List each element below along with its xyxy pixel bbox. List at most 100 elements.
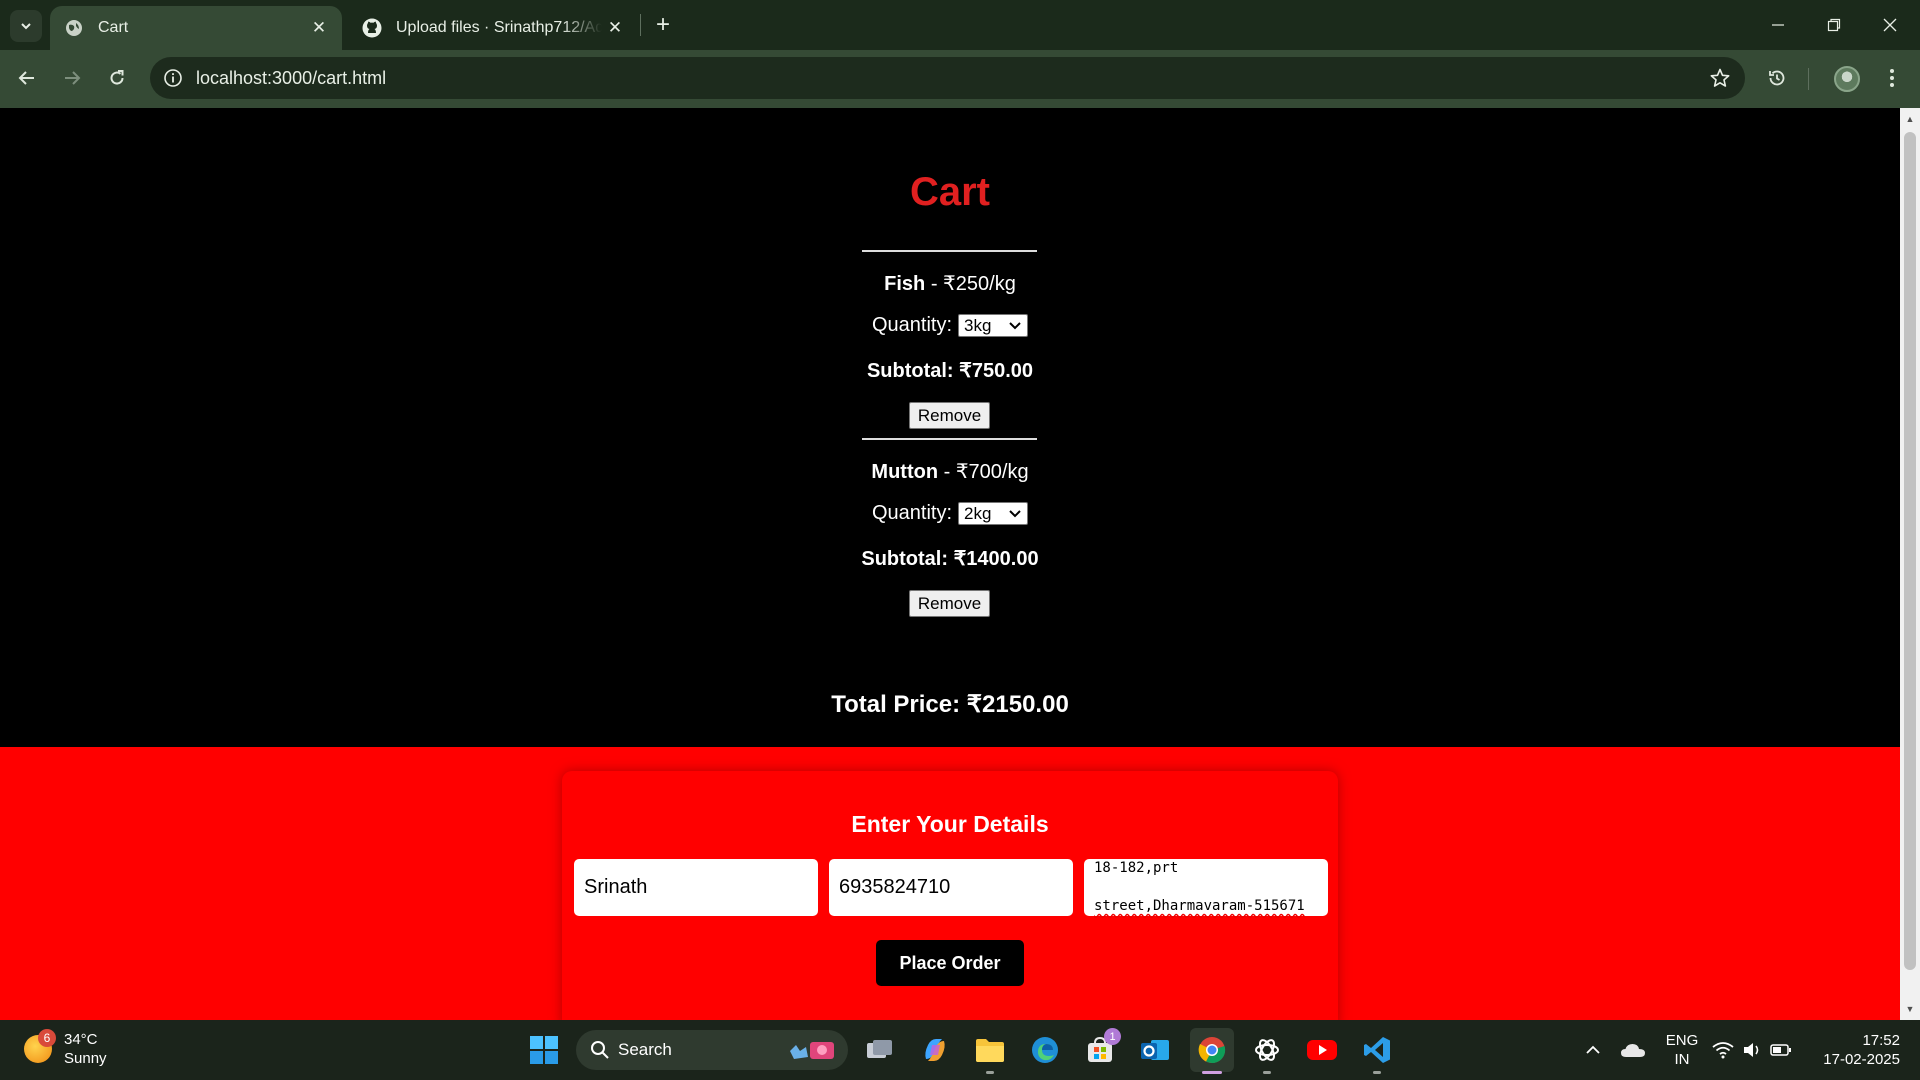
url-text: localhost:3000/cart.html <box>196 68 387 88</box>
item-name: Fish <box>884 273 926 295</box>
weather-widget[interactable]: 6 34°C Sunny <box>24 1029 107 1068</box>
chrome-icon <box>1198 1037 1226 1064</box>
search-icon <box>591 1041 609 1059</box>
show-hidden-icons-button[interactable] <box>1573 1030 1613 1070</box>
copilot-button[interactable] <box>915 1030 955 1070</box>
history-icon <box>1769 70 1785 86</box>
address-text: 18-182,prt street,Dharmavaram-515671 <box>1094 840 1305 935</box>
language-indicator[interactable]: ENG IN <box>1664 1031 1700 1069</box>
remove-item-button[interactable]: Remove <box>909 590 990 617</box>
github-icon <box>362 18 382 38</box>
chevron-down-icon <box>1009 509 1021 517</box>
browser-toolbar: localhost:3000/cart.html <box>0 50 1920 108</box>
close-tab-icon[interactable]: ✕ <box>602 15 628 41</box>
address-line: 18-182,prt <box>1094 860 1179 876</box>
scrollbar-thumb[interactable] <box>1904 132 1916 970</box>
minimize-button[interactable] <box>1750 0 1806 50</box>
chatgpt-button[interactable] <box>1247 1030 1287 1070</box>
details-section: Enter Your Details Srinath 6935824710 18… <box>0 747 1900 1020</box>
running-indicator <box>1263 1071 1271 1074</box>
place-order-button[interactable]: Place Order <box>876 940 1024 986</box>
name-input[interactable]: Srinath <box>574 859 818 916</box>
store-button[interactable]: 1 <box>1080 1028 1121 1070</box>
file-explorer-button[interactable] <box>970 1030 1010 1070</box>
folder-icon <box>976 1039 1004 1062</box>
site-info-icon[interactable] <box>160 65 186 91</box>
profile-avatar[interactable] <box>1834 66 1860 92</box>
new-tab-button[interactable]: + <box>648 10 678 40</box>
chrome-button[interactable] <box>1190 1028 1234 1072</box>
taskbar-search[interactable]: Search <box>576 1030 848 1070</box>
chevron-up-icon <box>1586 1045 1600 1054</box>
quantity-label: Quantity: <box>871 502 953 524</box>
arrow-right-icon <box>65 71 81 85</box>
quantity-row: Quantity: 3kg <box>0 314 1900 337</box>
cart-item-heading: Mutton - ₹700/kg <box>0 459 1900 484</box>
quick-settings-button[interactable] <box>1707 1030 1797 1070</box>
back-button[interactable] <box>9 60 45 96</box>
forward-button[interactable] <box>54 60 90 96</box>
edge-icon <box>1032 1037 1058 1063</box>
running-indicator <box>1373 1071 1381 1074</box>
scroll-up-arrow-icon[interactable]: ▲ <box>1900 110 1920 128</box>
address-textarea[interactable]: 18-182,prt street,Dharmavaram-515671 <box>1084 859 1328 916</box>
quantity-select[interactable]: 2kg <box>958 502 1029 525</box>
tab-title: Upload files · Srinathp712/Advanced <box>396 19 602 36</box>
language-line: IN <box>1674 1051 1690 1068</box>
globe-icon <box>64 18 84 38</box>
cart-item-heading: Fish - ₹250/kg <box>0 271 1900 296</box>
quantity-value: 2kg <box>964 503 992 523</box>
close-window-button[interactable] <box>1862 0 1918 50</box>
start-button[interactable] <box>524 1030 564 1070</box>
reload-button[interactable] <box>99 60 135 96</box>
battery-icon <box>1770 1044 1791 1056</box>
windows-logo-icon <box>530 1036 558 1064</box>
running-indicator <box>986 1071 994 1074</box>
chevron-down-icon <box>1009 321 1021 329</box>
clock[interactable]: 17:52 17-02-2025 <box>1810 1031 1900 1069</box>
search-label: Search <box>618 1040 672 1059</box>
scroll-down-arrow-icon[interactable]: ▼ <box>1900 1000 1920 1018</box>
phone-input[interactable]: 6935824710 <box>829 859 1073 916</box>
page-scrollbar[interactable]: ▲ ▼ <box>1900 108 1920 1020</box>
task-view-button[interactable] <box>860 1030 900 1070</box>
tab-search-button[interactable] <box>10 10 42 42</box>
sun-icon: 6 <box>24 1029 56 1063</box>
youtube-icon <box>1307 1040 1337 1060</box>
item-subtotal: Subtotal: ₹750.00 <box>866 360 1034 382</box>
page-viewport: Cart Fish - ₹250/kg Quantity: 3kg Subtot… <box>0 108 1900 1020</box>
phone-value: 6935824710 <box>839 876 951 898</box>
weather-badge: 6 <box>38 1029 56 1047</box>
bookmark-star-icon[interactable] <box>1707 65 1733 91</box>
close-icon <box>1883 18 1897 32</box>
edge-button[interactable] <box>1025 1030 1065 1070</box>
clock-date: 17-02-2025 <box>1823 1051 1900 1068</box>
outlook-button[interactable] <box>1135 1030 1175 1070</box>
restore-button[interactable] <box>1806 0 1862 50</box>
volume-icon <box>1744 1043 1759 1057</box>
outlook-icon <box>1141 1040 1169 1060</box>
total-price: Total Price: ₹2150.00 <box>831 691 1069 718</box>
close-tab-icon[interactable]: ✕ <box>306 15 332 41</box>
youtube-button[interactable] <box>1302 1030 1342 1070</box>
name-value: Srinath <box>584 876 648 898</box>
item-divider <box>862 250 1037 252</box>
onedrive-button[interactable] <box>1613 1030 1653 1070</box>
search-highlight-icon <box>790 1042 834 1059</box>
cloud-icon <box>1621 1044 1645 1057</box>
tab-github-upload[interactable]: Upload files · Srinathp712/Advanced ✕ <box>348 6 638 50</box>
wifi-icon <box>1712 1042 1734 1059</box>
clock-time: 17:52 <box>1862 1032 1900 1049</box>
history-button[interactable] <box>1759 60 1795 96</box>
item-price: - ₹700/kg <box>938 461 1029 483</box>
page-title: Cart <box>909 170 991 214</box>
quantity-select[interactable]: 3kg <box>958 314 1029 337</box>
details-form: Enter Your Details Srinath 6935824710 18… <box>562 771 1338 1020</box>
address-bar[interactable]: localhost:3000/cart.html <box>150 57 1745 99</box>
browser-menu-button[interactable] <box>1874 60 1910 96</box>
browser-tab-bar: Cart ✕ Upload files · Srinathp712/Advanc… <box>0 0 1920 50</box>
remove-item-button[interactable]: Remove <box>909 402 990 429</box>
vscode-button[interactable] <box>1357 1030 1397 1070</box>
tab-cart[interactable]: Cart ✕ <box>50 6 342 50</box>
address-line: street,Dharmavaram-515671 <box>1094 898 1305 914</box>
